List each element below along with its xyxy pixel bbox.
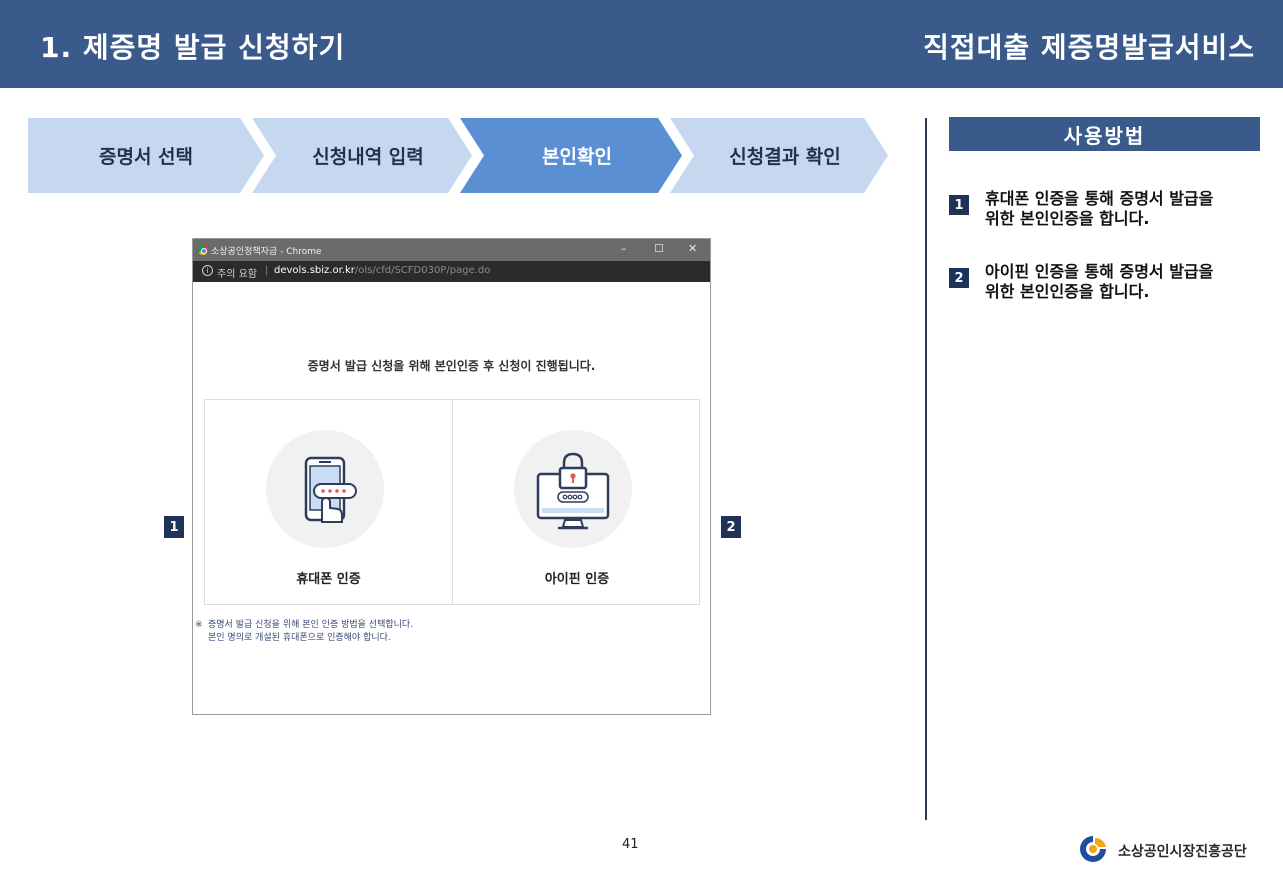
vertical-divider: [925, 118, 927, 820]
ipin-auth-circle: [514, 430, 632, 548]
agency-logo: 소상공인시장진흥공단: [1076, 834, 1266, 866]
usage-number-1: 1: [949, 195, 969, 215]
step-progress: 증명서 선택 신청내역 입력 본인확인 신청결과 확인: [28, 118, 888, 193]
ipin-auth-option[interactable]: 아이핀 인증: [453, 400, 701, 604]
footnote-line-2: 본인 명의로 개설된 휴대폰으로 인증해야 합니다.: [208, 633, 391, 643]
footnote-mark: ※: [195, 620, 203, 630]
address-bar[interactable]: i 주의 요함 | devols.sbiz.or.kr/ols/cfd/SCFD…: [193, 261, 710, 282]
usage-item-1: 1 휴대폰 인증을 통해 증명서 발급을 위한 본인인증을 합니다.: [949, 189, 1269, 229]
usage-number-2: 2: [949, 268, 969, 288]
step-enter-details: 신청내역 입력: [312, 146, 424, 168]
ipin-auth-label[interactable]: 아이핀 인증: [453, 568, 701, 587]
page-title: 1. 제증명 발급 신청하기: [40, 31, 346, 64]
minimize-icon[interactable]: –: [621, 242, 627, 255]
phone-auth-label[interactable]: 휴대폰 인증: [205, 568, 452, 587]
chrome-icon: [198, 245, 208, 255]
step-check-result: 신청결과 확인: [729, 146, 841, 168]
usage-title: 사용방법: [949, 117, 1260, 151]
usage-text-1: 휴대폰 인증을 통해 증명서 발급을 위한 본인인증을 합니다.: [985, 189, 1214, 228]
usage-text-2: 아이핀 인증을 통해 증명서 발급을 위한 본인인증을 합니다.: [985, 262, 1214, 301]
security-warning[interactable]: 주의 요함: [217, 265, 257, 280]
agency-logo-text: 소상공인시장진흥공단: [1118, 844, 1247, 860]
marker-2: 2: [721, 516, 741, 538]
info-icon[interactable]: i: [202, 265, 213, 276]
usage-item-2: 2 아이핀 인증을 통해 증명서 발급을 위한 본인인증을 합니다.: [949, 262, 1269, 302]
browser-window: 소상공인정책자금 - Chrome – ☐ ✕ i 주의 요함 | devols…: [192, 238, 711, 715]
auth-options: 휴대폰 인증 아이핀 인증: [204, 399, 700, 605]
step-select-certificate: 증명서 선택: [98, 146, 193, 168]
address-separator: |: [265, 265, 269, 276]
agency-logo-icon: [1080, 836, 1106, 862]
maximize-icon[interactable]: ☐: [654, 242, 664, 255]
service-title: 직접대출 제증명발급서비스: [923, 31, 1255, 64]
step-identity-verification: 본인확인: [542, 146, 612, 168]
phone-auth-option[interactable]: 휴대폰 인증: [205, 400, 453, 604]
footnote-line-1: 증명서 발급 신청을 위해 본인 인증 방법을 선택합니다.: [208, 620, 414, 630]
browser-titlebar: 소상공인정책자금 - Chrome – ☐ ✕: [193, 239, 710, 261]
verification-message: 증명서 발급 신청을 위해 본인인증 후 신청이 진행됩니다.: [307, 359, 596, 373]
page-number: 41: [622, 837, 639, 852]
close-icon[interactable]: ✕: [688, 242, 697, 255]
marker-1: 1: [164, 516, 184, 538]
phone-auth-circle: [266, 430, 384, 548]
phone-auth-icon: [304, 456, 357, 523]
url-text[interactable]: devols.sbiz.or.kr/ols/cfd/SCFD030P/page.…: [274, 265, 490, 276]
header-bar: 1. 제증명 발급 신청하기 직접대출 제증명발급서비스: [0, 0, 1283, 88]
window-title: 소상공인정책자금 - Chrome: [211, 247, 322, 257]
ipin-monitor-lock-icon: [536, 452, 610, 530]
